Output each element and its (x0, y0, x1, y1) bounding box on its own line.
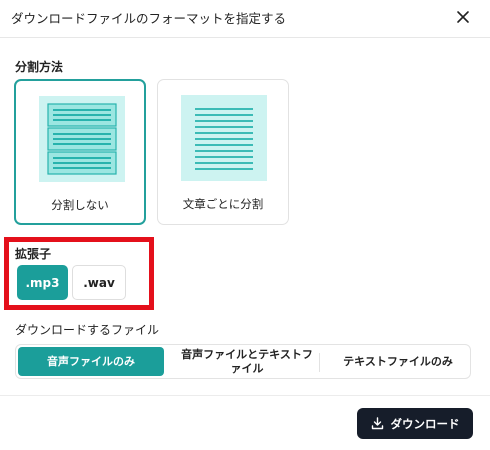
file-type-audio-and-text[interactable]: 音声ファイルとテキストファイル (177, 347, 317, 376)
file-type-text-only[interactable]: テキストファイルのみ (328, 347, 468, 376)
download-format-dialog: ダウンロードファイルのフォーマットを指定する 分割方法 分割しない 文章ごとに分… (0, 0, 490, 450)
close-icon (457, 11, 469, 23)
dialog-header: ダウンロードファイルのフォーマットを指定する (0, 0, 490, 38)
download-button-label: ダウンロード (390, 416, 460, 431)
file-type-segmented-control: 音声ファイルのみ 音声ファイルとテキストファイル テキストファイルのみ (15, 344, 471, 379)
split-option-none-label: 分割しない (51, 198, 109, 212)
extension-label: 拡張子 (15, 247, 52, 261)
sentence-split-illustration (181, 95, 267, 181)
download-icon (371, 417, 384, 430)
segment-divider (319, 353, 320, 372)
extension-wav-button[interactable]: .wav (72, 265, 126, 300)
no-split-illustration (39, 96, 125, 182)
extension-mp3-button[interactable]: .mp3 (17, 265, 68, 300)
download-button[interactable]: ダウンロード (357, 408, 473, 439)
split-option-none[interactable]: 分割しない (14, 79, 146, 225)
dialog-title: ダウンロードファイルのフォーマットを指定する (11, 11, 287, 26)
split-option-by-sentence-label: 文章ごとに分割 (182, 197, 264, 211)
close-button[interactable] (452, 6, 474, 28)
split-option-by-sentence[interactable]: 文章ごとに分割 (157, 79, 289, 225)
file-type-audio-only[interactable]: 音声ファイルのみ (18, 347, 164, 376)
download-file-label: ダウンロードするファイル (15, 323, 160, 337)
footer-divider (0, 395, 490, 396)
split-method-label: 分割方法 (15, 60, 64, 74)
